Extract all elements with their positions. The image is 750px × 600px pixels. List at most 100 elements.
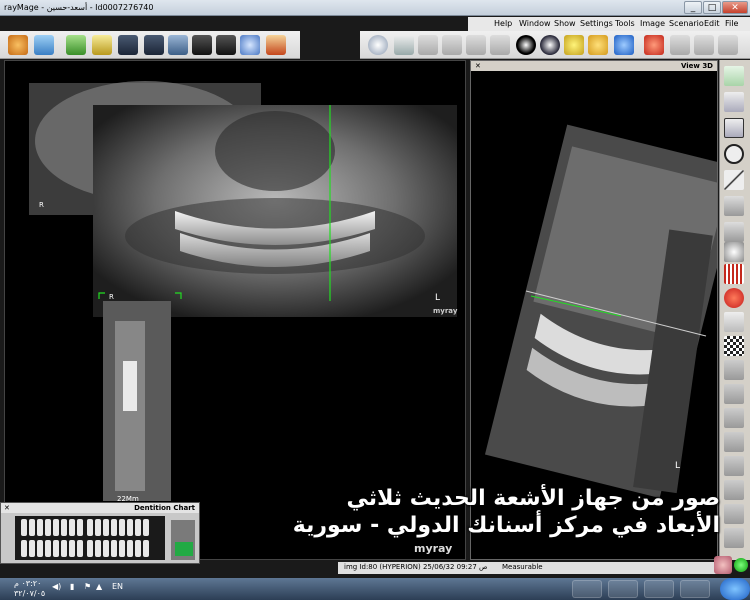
language-indicator[interactable]: EN — [112, 582, 123, 591]
menu-show[interactable]: Show — [554, 19, 576, 28]
toolbar-left — [0, 31, 300, 59]
caption-line-1: صور من جهاز الأشعة الحديث ثلاثي — [346, 486, 720, 511]
angle-tool-icon[interactable] — [724, 92, 744, 112]
dentition-chart-window[interactable]: ✕ Dentition Chart — [0, 502, 200, 564]
taskbar-app-browser[interactable] — [680, 580, 710, 598]
dentition-chart-title: Dentition Chart — [134, 504, 195, 512]
nerve-tool-icon[interactable] — [724, 222, 744, 242]
panel-close-icon[interactable]: ✕ — [475, 62, 481, 70]
gem-icon[interactable] — [644, 35, 664, 55]
status-indicator-icon — [734, 558, 748, 572]
send-icon[interactable] — [144, 35, 164, 55]
window-title: rayMage - أسعد-حسين - Id0007276740 — [4, 3, 154, 12]
eyes-icon[interactable] — [724, 242, 744, 262]
filter-icon-1[interactable] — [724, 360, 744, 380]
filter-icon-8[interactable] — [724, 528, 744, 548]
gamma-icon[interactable] — [540, 35, 560, 55]
filter-icon-4[interactable] — [724, 432, 744, 452]
acquire-icon[interactable] — [34, 35, 54, 55]
rectangle-tool-icon[interactable] — [724, 118, 744, 138]
application-window: rayMage - أسعد-حسين - Id0007276740 _ □ ✕… — [0, 0, 750, 578]
minimize-button[interactable]: _ — [684, 1, 702, 14]
image-info: img Id:80 (HYPERION) 25/06/32 09:27 ص — [344, 563, 488, 571]
teeth-chart — [15, 516, 195, 560]
snowflake-icon[interactable] — [614, 35, 634, 55]
toolbar-right — [360, 31, 750, 59]
maximize-button[interactable]: □ — [703, 1, 721, 14]
dentition-close-icon[interactable]: ✕ — [4, 504, 10, 512]
image-viewer-left[interactable]: R L myray R 22Mm — [4, 60, 466, 560]
menu-file[interactable]: File — [725, 19, 738, 28]
myray-logo: myray — [414, 542, 453, 555]
menu-window[interactable]: Window — [519, 19, 551, 28]
contrast-icon[interactable] — [516, 35, 536, 55]
taskbar-app-explorer[interactable] — [644, 580, 674, 598]
lateral-side-label: R — [39, 201, 44, 209]
bluetooth-icon[interactable] — [240, 35, 260, 55]
refresh-icon[interactable] — [670, 35, 690, 55]
user-avatar[interactable] — [714, 556, 732, 574]
grid-icon[interactable] — [724, 264, 744, 284]
lamp-icon[interactable] — [588, 35, 608, 55]
side-toolbar — [719, 60, 750, 560]
start-button[interactable] — [720, 578, 750, 600]
taskbar: ٠٣:٢٠ م ٣٢/٠٧/٠٥ ◀) ▮ ⚑ ▲ EN — [0, 578, 750, 600]
menu-bar: Help Window Show Settings Tools Image Sc… — [468, 17, 750, 31]
menu-scenario[interactable]: Scenario — [669, 19, 704, 28]
undo-icon[interactable] — [694, 35, 714, 55]
clock-date[interactable]: ٣٢/٠٧/٠٥ — [14, 589, 45, 598]
menu-edit[interactable]: Edit — [704, 19, 720, 28]
filter-icon-2[interactable] — [724, 384, 744, 404]
implant-tool-icon[interactable] — [724, 196, 744, 216]
flag-icon[interactable]: ⚑ — [84, 582, 91, 591]
line-tool-icon[interactable] — [724, 66, 744, 86]
brightness-icon[interactable] — [564, 35, 584, 55]
pan-icon[interactable] — [418, 35, 438, 55]
measure-tool-icon[interactable] — [724, 170, 744, 190]
taskbar-app-media[interactable] — [608, 580, 638, 598]
panoramic-side-label: L — [435, 293, 441, 303]
filter-icon-5[interactable] — [724, 456, 744, 476]
tools-icon[interactable] — [168, 35, 188, 55]
export-icon[interactable] — [118, 35, 138, 55]
flip-icon[interactable] — [466, 35, 486, 55]
clock-time[interactable]: ٠٣:٢٠ م — [14, 579, 41, 588]
measurable-status: Measurable — [502, 563, 543, 571]
checker-icon[interactable] — [724, 336, 744, 356]
filter-icon-6[interactable] — [724, 480, 744, 500]
status-bar: img Id:80 (HYPERION) 25/06/32 09:27 ص Me… — [338, 562, 718, 574]
cross-section-side-label: R — [109, 293, 114, 301]
close-button[interactable]: ✕ — [722, 1, 748, 14]
network-icon[interactable]: ▮ — [70, 582, 74, 591]
menu-tools[interactable]: Tools — [615, 19, 635, 28]
crop-icon[interactable] — [490, 35, 510, 55]
menu-image[interactable]: Image — [640, 19, 665, 28]
select-icon[interactable] — [368, 35, 388, 55]
ruler-icon[interactable] — [724, 312, 744, 332]
dentition-chart-header: ✕ Dentition Chart — [1, 503, 199, 513]
view-3d-side-label: L — [675, 461, 681, 471]
view-3d-panel[interactable]: ✕ View 3D L — [470, 60, 718, 560]
film-icon[interactable] — [216, 35, 236, 55]
taskbar-app-raymage[interactable] — [572, 580, 602, 598]
filter-icon-3[interactable] — [724, 408, 744, 428]
monitor-icon[interactable] — [192, 35, 212, 55]
menu-settings[interactable]: Settings — [580, 19, 613, 28]
import-icon[interactable] — [66, 35, 86, 55]
redo-icon[interactable] — [718, 35, 738, 55]
tray-expand-icon[interactable]: ▲ — [96, 582, 102, 591]
title-bar[interactable]: rayMage - أسعد-حسين - Id0007276740 _ □ ✕ — [0, 0, 750, 16]
report-icon[interactable] — [92, 35, 112, 55]
circle-tool-icon[interactable] — [724, 144, 744, 164]
zoom-icon[interactable] — [394, 35, 414, 55]
menu-help[interactable]: Help — [494, 19, 512, 28]
magnet-icon[interactable] — [724, 288, 744, 308]
filter-icon-7[interactable] — [724, 504, 744, 524]
caption-line-2: الأبعاد في مركز أسنانك الدولي - سورية — [292, 513, 720, 538]
view-3d-title: View 3D — [680, 62, 713, 70]
patients-icon[interactable] — [8, 35, 28, 55]
brush-icon[interactable] — [266, 35, 286, 55]
rotate-icon[interactable] — [442, 35, 462, 55]
myray-logo-small: myray — [433, 307, 458, 315]
volume-icon[interactable]: ◀) — [52, 582, 61, 591]
